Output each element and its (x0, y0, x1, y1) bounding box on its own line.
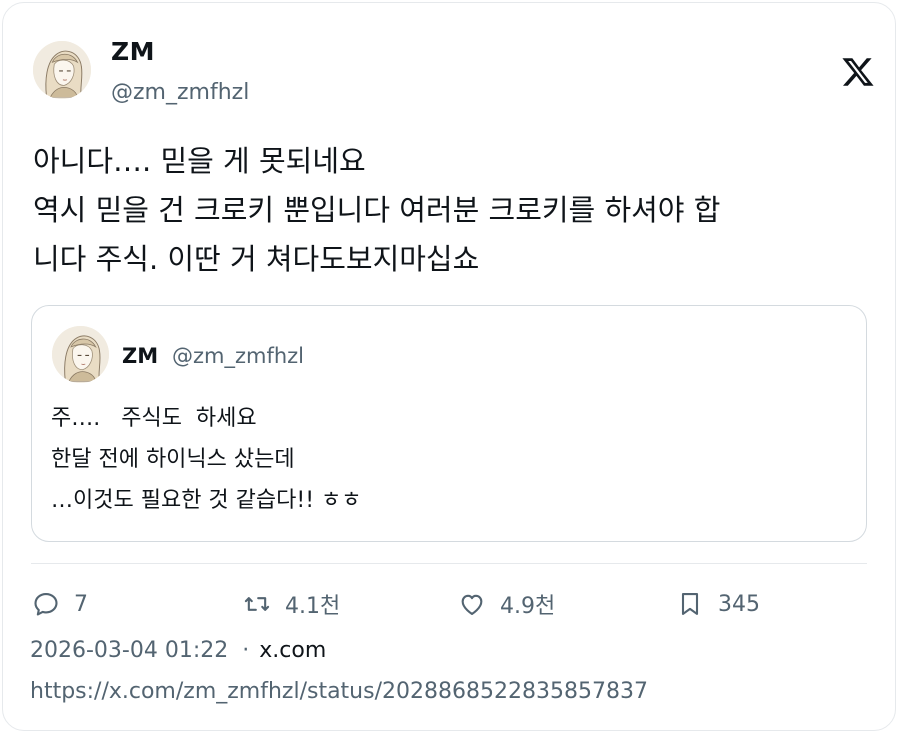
repost-count: 4.1천 (285, 594, 341, 619)
author-display-name[interactable]: ZM (111, 37, 155, 66)
tweet-text-line: 니다 주식. 이딴 거 쳐다도보지마십쇼 (33, 242, 480, 276)
bookmark-button[interactable]: 345 (676, 588, 760, 620)
meta-separator: · (242, 638, 250, 663)
quoted-tweet-text: 주…. 주식도 하세요 한달 전에 하이닉스 샀는데 …이것도 필요한 것 같습… (51, 398, 362, 521)
repost-button[interactable]: 4.1천 (243, 588, 340, 620)
like-button[interactable]: 4.9천 (458, 588, 555, 620)
source-link[interactable]: x.com (259, 638, 326, 663)
quoted-avatar[interactable] (52, 326, 109, 383)
tweet-text: 아니다…. 믿을 게 못되네요 역시 믿을 건 크로키 뿐입니다 여러분 크로키… (33, 137, 863, 284)
avatar[interactable] (33, 41, 91, 99)
repost-icon (244, 597, 270, 611)
tweet-text-line: 아니다…. 믿을 게 못되네요 (33, 144, 366, 178)
quoted-text-line: …이것도 필요한 것 같습다!! ㅎㅎ (51, 488, 362, 513)
tweet-meta: 2026-03-04 01:22 · x.com (30, 638, 326, 663)
tweet-url[interactable]: https://x.com/zm_zmfhzl/status/202886852… (30, 679, 648, 704)
bookmark-icon (681, 593, 699, 615)
reply-button[interactable]: 7 (32, 588, 88, 620)
x-logo-icon[interactable] (841, 55, 875, 89)
quoted-text-line: 한달 전에 하이닉스 샀는데 (51, 447, 295, 472)
quoted-text-line: 주…. 주식도 하세요 (51, 406, 257, 431)
divider (31, 563, 867, 564)
tweet-text-line: 역시 믿을 건 크로키 뿐입니다 여러분 크로키를 하셔야 합 (33, 193, 721, 227)
quoted-display-name[interactable]: ZM (122, 344, 158, 368)
reply-bubble-icon (34, 593, 58, 616)
bookmark-count: 345 (718, 591, 760, 617)
timestamp[interactable]: 2026-03-04 01:22 (30, 638, 228, 663)
reply-count: 7 (74, 591, 88, 617)
like-count: 4.9천 (500, 594, 556, 619)
quoted-handle[interactable]: @zm_zmfhzl (172, 344, 304, 368)
author-handle[interactable]: @zm_zmfhzl (111, 80, 249, 105)
heart-icon (461, 594, 483, 615)
quoted-tweet[interactable]: ZM @zm_zmfhzl 주…. 주식도 하세요 한달 전에 하이닉스 샀는데… (31, 305, 867, 542)
